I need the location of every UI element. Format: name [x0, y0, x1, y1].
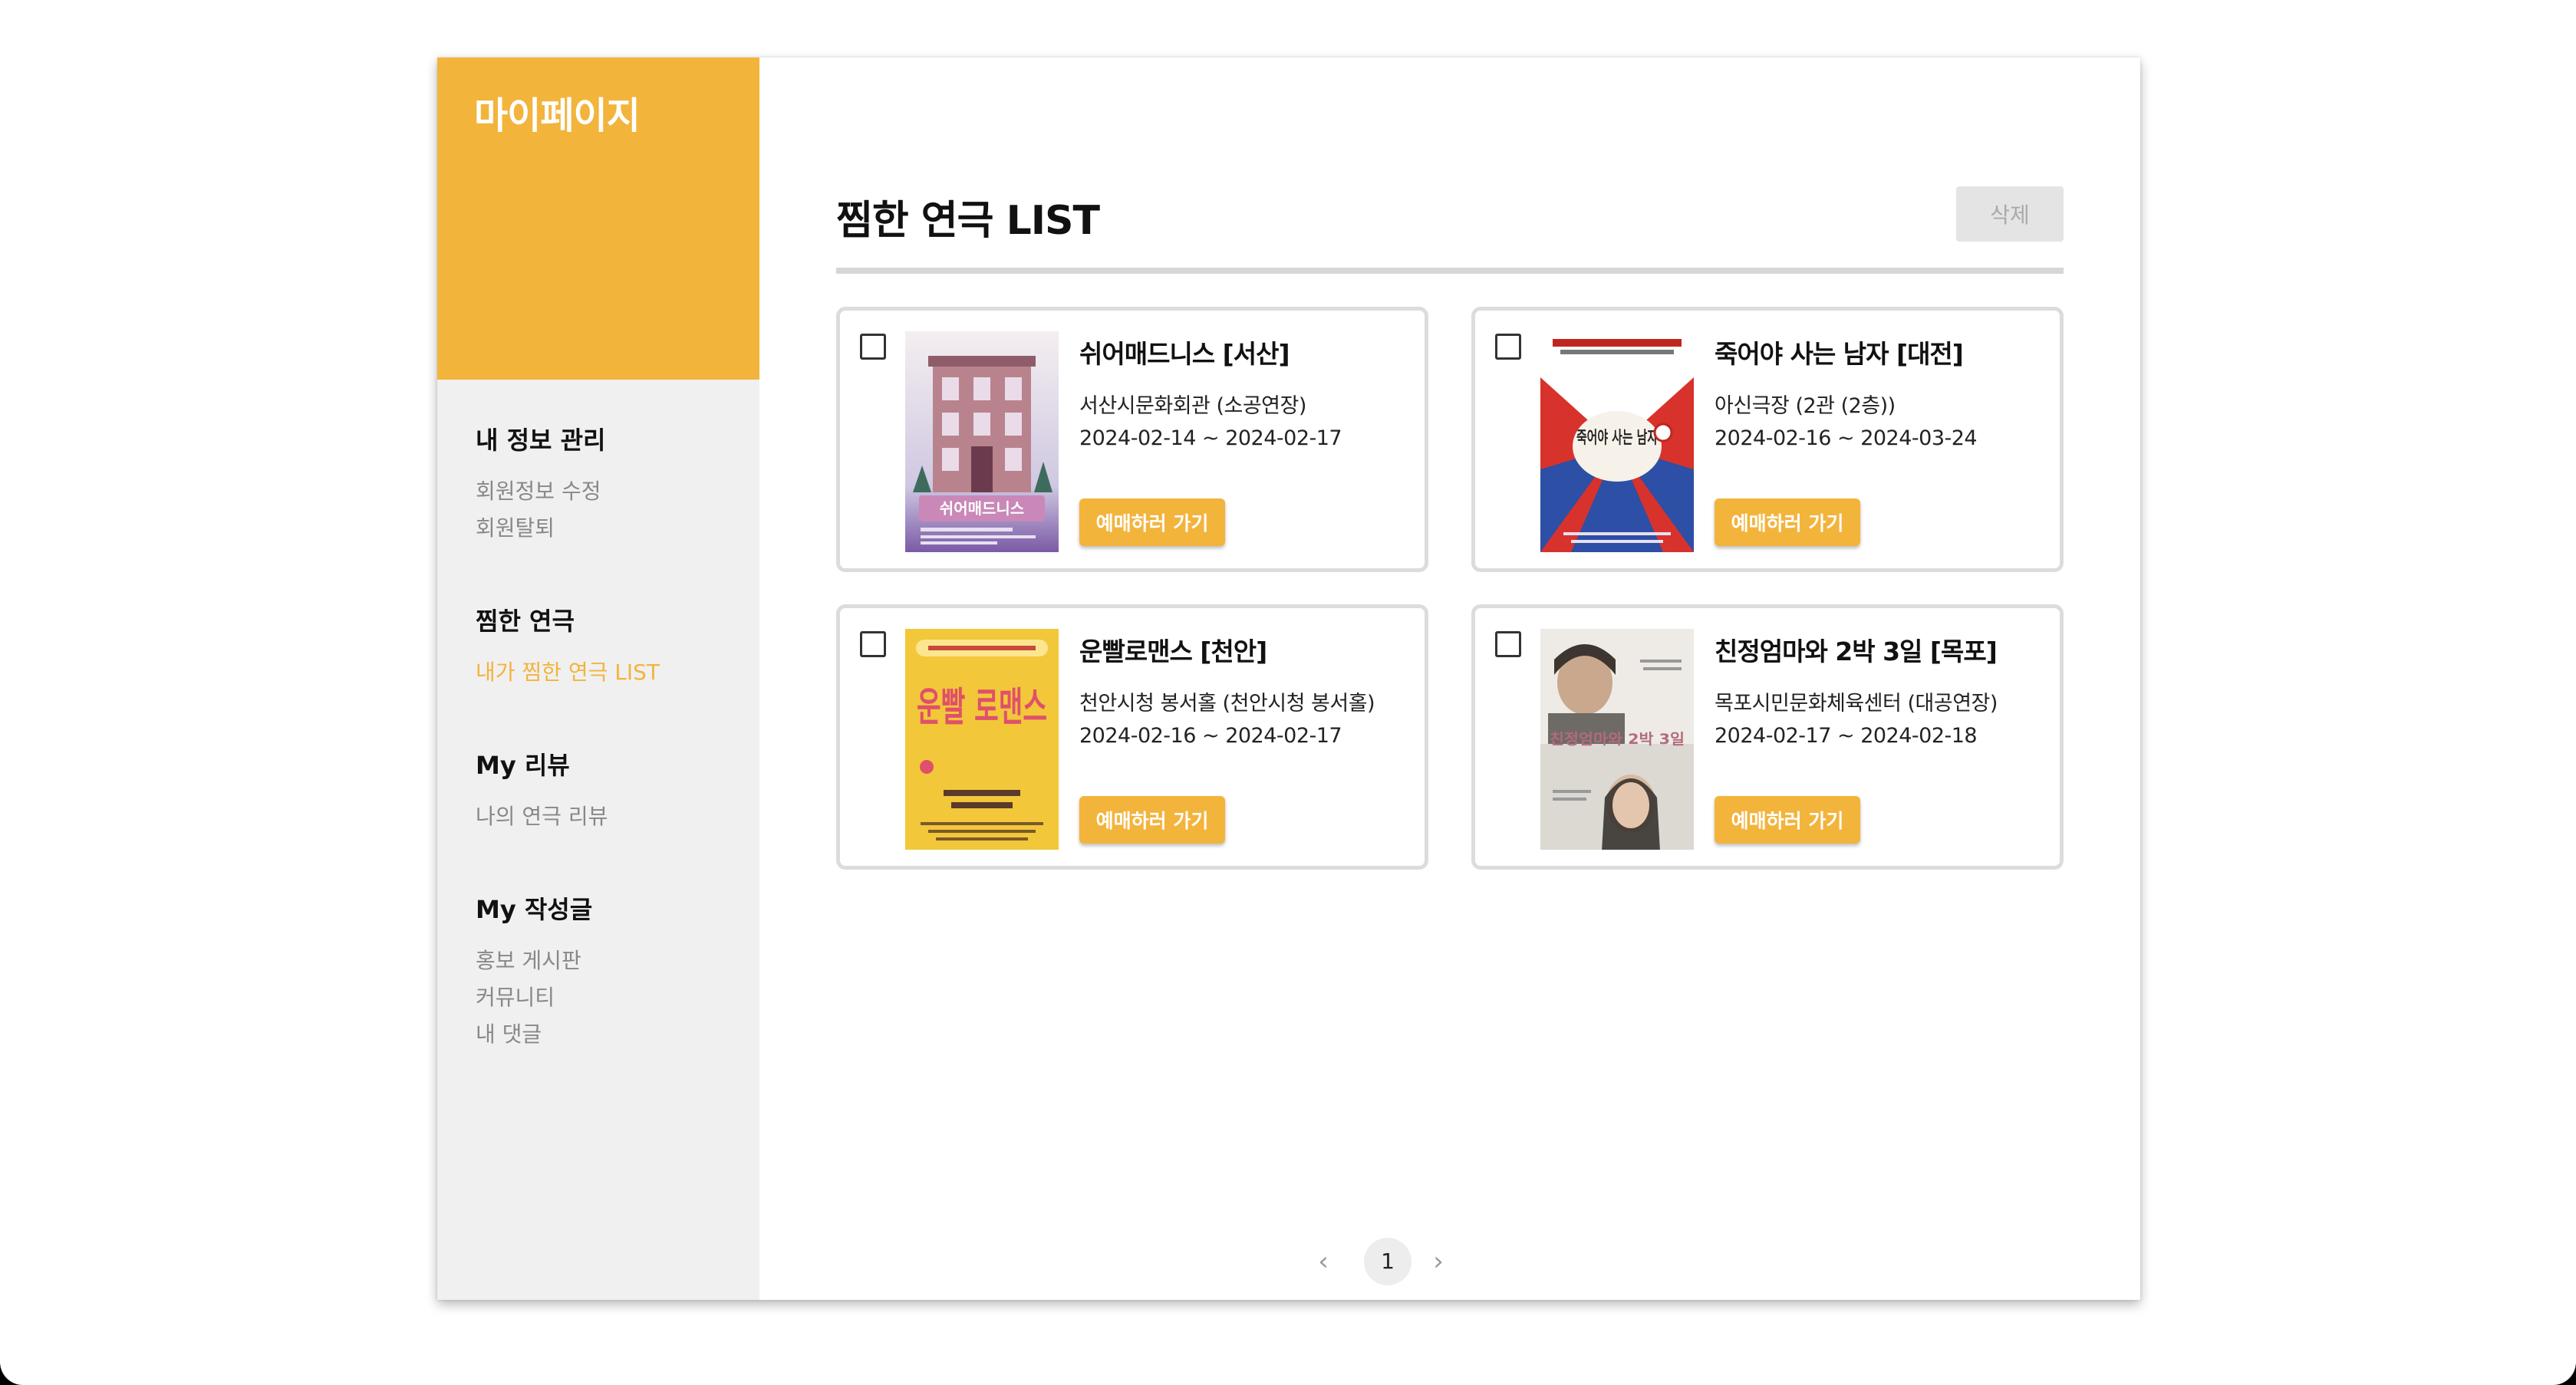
nav-group-title: 내 정보 관리 [476, 426, 606, 455]
play-venue: 아신극장 (2관 (2층)) [1715, 394, 1896, 418]
poster-title-text: 쉬어매드니스 [940, 499, 1024, 518]
book-button[interactable]: 예매하러 가기 [1715, 796, 1860, 844]
nav-link-my-reviews[interactable]: 나의 연극 리뷰 [476, 798, 759, 835]
page-number[interactable]: 1 [1364, 1238, 1412, 1285]
page-title: 찜한 연극 LIST [836, 198, 1100, 244]
play-venue: 서산시문화회관 (소공연장) [1079, 394, 1306, 418]
poster-title-text: 죽어야 사는 남자 [1576, 429, 1659, 448]
nav-link-my-wishlist[interactable]: 내가 찜한 연극 LIST [476, 654, 759, 691]
sidebar-header: 마이페이지 [437, 58, 759, 380]
poster-image[interactable]: 쉬어매드니스 [905, 331, 1059, 552]
poster-title-text: 친정엄마와 2박 3일 [1550, 731, 1685, 748]
chevron-right-icon[interactable]: › [1423, 1239, 1454, 1285]
sidebar-title: 마이페이지 [474, 94, 641, 137]
nav-group-posts: My 작성글 홍보 게시판 커뮤니티 내 댓글 [476, 890, 759, 1053]
card-info: 운빨로맨스 [천안] 천안시청 봉서홀 (천안시청 봉서홀) 2024-02-1… [1079, 631, 1417, 748]
play-venue: 목포시민문화체육센터 (대공연장) [1715, 692, 1998, 716]
wishlist-card: 쉬어매드니스 쉬어매드니스 [서산] 서산시문화회관 (소공연장) 2024-0… [836, 307, 1428, 572]
nav-group-reviews: My 리뷰 나의 연극 리뷰 [476, 746, 759, 835]
poster-title-text: 운빨 로맨스 [917, 685, 1047, 731]
screen: 마이페이지 내 정보 관리 회원정보 수정 회원탈퇴 찜한 연극 내가 찜한 연… [0, 0, 2576, 1385]
nav-group-title: 찜한 연극 [476, 607, 575, 636]
nav-link-community[interactable]: 커뮤니티 [476, 979, 759, 1016]
nav-group-wishlist: 찜한 연극 내가 찜한 연극 LIST [476, 602, 759, 691]
play-dates: 2024-02-17 ~ 2024-02-18 [1715, 724, 1978, 748]
wishlist-card: 친정엄마와 2박 3일 친정엄마와 2박 3일 [목포] 목포시민문화체육센터 … [1471, 604, 2064, 870]
nav-link-withdraw[interactable]: 회원탈퇴 [476, 510, 759, 547]
book-button[interactable]: 예매하러 가기 [1715, 498, 1860, 546]
play-dates: 2024-02-14 ~ 2024-02-17 [1079, 426, 1342, 450]
main-content: 찜한 연극 LIST 삭제 쉬어매드니스 쉬어매드니스 [서산] 서산시문화회관… [759, 58, 2140, 1300]
poster-image[interactable]: 친정엄마와 2박 3일 [1540, 629, 1694, 850]
play-title[interactable]: 운빨로맨스 [천안] [1079, 631, 1417, 668]
card-info: 친정엄마와 2박 3일 [목포] 목포시민문화체육센터 (대공연장) 2024-… [1715, 631, 2052, 748]
wishlist-card: 운빨 로맨스 운빨로맨스 [천안] 천안시청 봉서홀 (천안시청 봉서홀) 20… [836, 604, 1428, 870]
poster-image[interactable]: 죽어야 사는 남자 [1540, 331, 1694, 552]
delete-button[interactable]: 삭제 [1956, 186, 2064, 242]
play-title[interactable]: 죽어야 사는 남자 [대전] [1715, 334, 2052, 370]
nav-group-title: My 리뷰 [476, 751, 570, 780]
poster-image[interactable]: 운빨 로맨스 [905, 629, 1059, 850]
sidebar-nav: 내 정보 관리 회원정보 수정 회원탈퇴 찜한 연극 내가 찜한 연극 LIST… [437, 380, 759, 1053]
nav-group-title: My 작성글 [476, 895, 593, 924]
pagination: ‹ 1 › [759, 1238, 2140, 1285]
play-dates: 2024-02-16 ~ 2024-02-17 [1079, 724, 1342, 748]
card-info: 죽어야 사는 남자 [대전] 아신극장 (2관 (2층)) 2024-02-16… [1715, 334, 2052, 450]
mypage-panel: 마이페이지 내 정보 관리 회원정보 수정 회원탈퇴 찜한 연극 내가 찜한 연… [437, 58, 2140, 1300]
book-button[interactable]: 예매하러 가기 [1079, 796, 1225, 844]
play-title[interactable]: 친정엄마와 2박 3일 [목포] [1715, 631, 2052, 668]
select-checkbox[interactable] [860, 631, 886, 657]
chevron-left-icon[interactable]: ‹ [1308, 1239, 1339, 1285]
book-button[interactable]: 예매하러 가기 [1079, 498, 1225, 546]
nav-link-edit-profile[interactable]: 회원정보 수정 [476, 473, 759, 510]
sidebar: 마이페이지 내 정보 관리 회원정보 수정 회원탈퇴 찜한 연극 내가 찜한 연… [437, 58, 759, 1300]
card-info: 쉬어매드니스 [서산] 서산시문화회관 (소공연장) 2024-02-14 ~ … [1079, 334, 1417, 450]
wishlist-card: 죽어야 사는 남자 죽어야 사는 남자 [대전] 아신극장 (2관 (2층)) … [1471, 307, 2064, 572]
select-checkbox[interactable] [1495, 631, 1521, 657]
play-title[interactable]: 쉬어매드니스 [서산] [1079, 334, 1417, 370]
play-venue: 천안시청 봉서홀 (천안시청 봉서홀) [1079, 692, 1375, 716]
main-header: 찜한 연극 LIST 삭제 [836, 127, 2064, 274]
nav-link-promo-board[interactable]: 홍보 게시판 [476, 943, 759, 979]
play-dates: 2024-02-16 ~ 2024-03-24 [1715, 426, 1978, 450]
select-checkbox[interactable] [860, 334, 886, 360]
select-checkbox[interactable] [1495, 334, 1521, 360]
nav-group-account: 내 정보 관리 회원정보 수정 회원탈퇴 [476, 421, 759, 547]
nav-link-my-comments[interactable]: 내 댓글 [476, 1016, 759, 1053]
